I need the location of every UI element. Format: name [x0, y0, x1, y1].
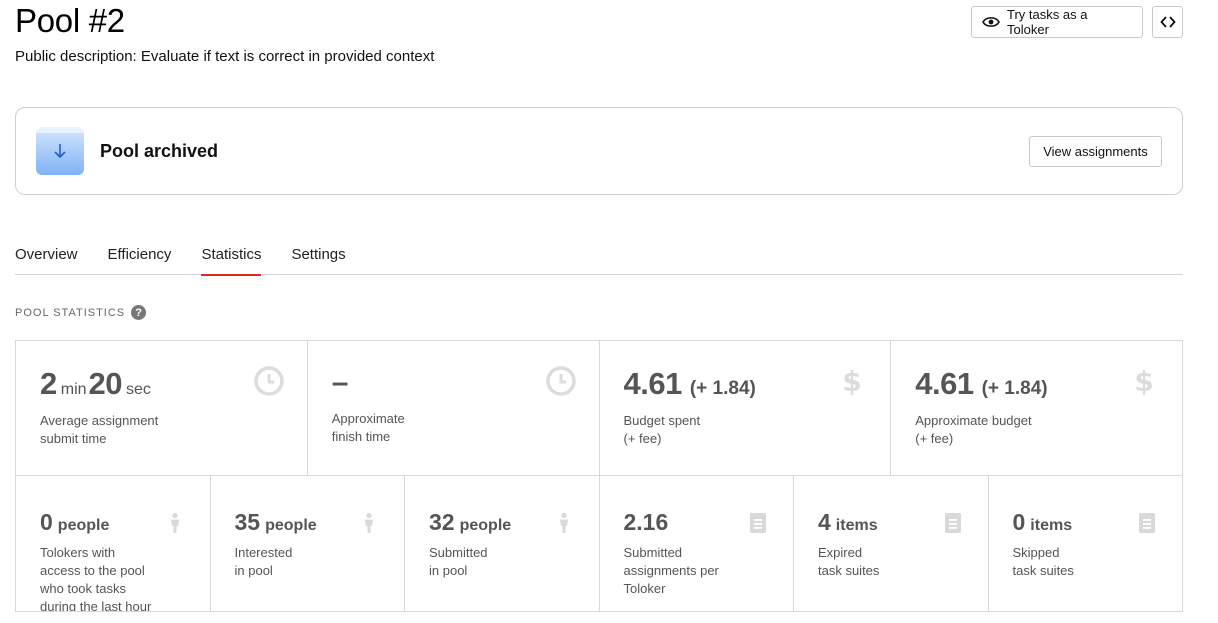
stat-number: 4	[818, 509, 831, 535]
stat-label: Interested in pool	[234, 545, 293, 578]
pool-tabs: Overview Efficiency Statistics Settings	[15, 240, 1183, 276]
stat-value: 2 min 20 sec	[40, 366, 283, 402]
stat-number: 35	[234, 509, 261, 535]
stat-unit: people	[265, 517, 317, 534]
view-assignments-button[interactable]: View assignments	[1029, 135, 1162, 167]
stat-label: Tolokers with access to the pool who too…	[40, 545, 152, 611]
stat-fee: (+ 1.84)	[981, 378, 1048, 399]
top-actions: Try tasks as a Toloker	[971, 6, 1183, 38]
stat-approx-budget: 4.61 (+ 1.84) Approximate budget (+ fee)…	[891, 341, 1182, 475]
stat-unit: people	[57, 517, 110, 534]
code-brackets-icon	[1159, 15, 1176, 29]
stat-finish-time: – Approximate finish time	[308, 341, 600, 475]
code-view-button[interactable]	[1152, 6, 1183, 38]
tab-statistics[interactable]: Statistics	[201, 240, 262, 276]
stat-label: Budget spent (+ fee)	[623, 413, 701, 446]
eye-icon	[982, 16, 1000, 28]
tab-settings[interactable]: Settings	[291, 240, 345, 275]
pool-status-label: Pool archived	[100, 140, 219, 161]
stat-label: Approximate finish time	[331, 411, 405, 444]
stat-minutes: 2	[40, 366, 57, 401]
tab-efficiency[interactable]: Efficiency	[108, 240, 172, 275]
stat-label: Expired task suites	[818, 545, 880, 578]
stat-label: Submitted assignments per Toloker	[623, 545, 719, 596]
stat-label: Average assignment submit time	[40, 413, 159, 446]
stats-row-bottom: 0 people Tolokers with access to the poo…	[16, 476, 1182, 611]
person-icon	[553, 512, 575, 534]
stat-value: 4.61 (+ 1.84)	[915, 366, 1158, 402]
svg-text:$: $	[1134, 365, 1153, 397]
page-title: Pool #2	[15, 2, 125, 39]
stat-dash: –	[331, 366, 349, 399]
stat-number: 0	[40, 509, 53, 535]
stat-skipped-task-suites: 0 items Skipped task suites	[989, 476, 1183, 611]
dollar-icon: $	[1128, 365, 1160, 397]
stat-fee: (+ 1.84)	[689, 378, 756, 399]
stat-tolokers-last-hour: 0 people Tolokers with access to the poo…	[16, 476, 211, 611]
stat-minutes-unit: min	[60, 381, 87, 398]
help-icon[interactable]: ?	[131, 305, 147, 320]
stat-expired-task-suites: 4 items Expired task suites	[794, 476, 989, 611]
stat-seconds: 20	[88, 366, 123, 401]
pool-description: Public description: Evaluate if text is …	[15, 48, 435, 65]
try-tasks-label: Try tasks as a Toloker	[1007, 7, 1088, 37]
dollar-icon: $	[836, 365, 868, 397]
stats-row-top: 2 min 20 sec Average assignment submit t…	[16, 341, 1182, 476]
document-icon	[1136, 512, 1158, 534]
stat-unit: items	[835, 517, 878, 534]
stat-submitted: 32 people Submitted in pool	[405, 476, 600, 611]
stat-unit: people	[459, 517, 512, 534]
stat-assignments-per-toloker: 2.16 Submitted assignments per Toloker	[600, 476, 794, 611]
section-heading-label: POOL STATISTICS	[15, 306, 126, 319]
document-icon	[747, 512, 769, 534]
document-icon	[942, 512, 964, 534]
stat-seconds-unit: sec	[126, 381, 151, 398]
stat-number: 0	[1012, 509, 1026, 535]
stat-value: 4.61 (+ 1.84)	[624, 366, 867, 402]
section-heading: POOL STATISTICS ?	[15, 305, 147, 320]
stat-unit: items	[1030, 517, 1073, 534]
person-icon	[164, 512, 186, 534]
person-icon	[358, 512, 380, 534]
svg-text:$: $	[843, 365, 862, 397]
stat-number: 4.61	[623, 366, 683, 401]
stat-number: 32	[429, 509, 455, 535]
tab-overview[interactable]: Overview	[15, 240, 78, 275]
pool-statistics-grid: 2 min 20 sec Average assignment submit t…	[15, 340, 1183, 612]
clock-icon	[545, 365, 577, 397]
clock-icon	[253, 365, 285, 397]
stat-interested: 35 people Interested in pool	[211, 476, 405, 611]
stat-number: 2.16	[623, 509, 669, 535]
stat-budget-spent: 4.61 (+ 1.84) Budget spent (+ fee) $	[600, 341, 892, 475]
stat-label: Submitted in pool	[429, 545, 488, 578]
archive-download-icon	[36, 127, 84, 175]
try-tasks-button[interactable]: Try tasks as a Toloker	[971, 6, 1143, 38]
stat-label: Skipped task suites	[1012, 545, 1074, 578]
stat-label: Approximate budget (+ fee)	[915, 413, 1032, 446]
stat-value: –	[332, 366, 575, 400]
stat-avg-submit-time: 2 min 20 sec Average assignment submit t…	[16, 341, 308, 475]
pool-status-card: Pool archived View assignments	[15, 107, 1183, 195]
stat-number: 4.61	[915, 366, 974, 401]
